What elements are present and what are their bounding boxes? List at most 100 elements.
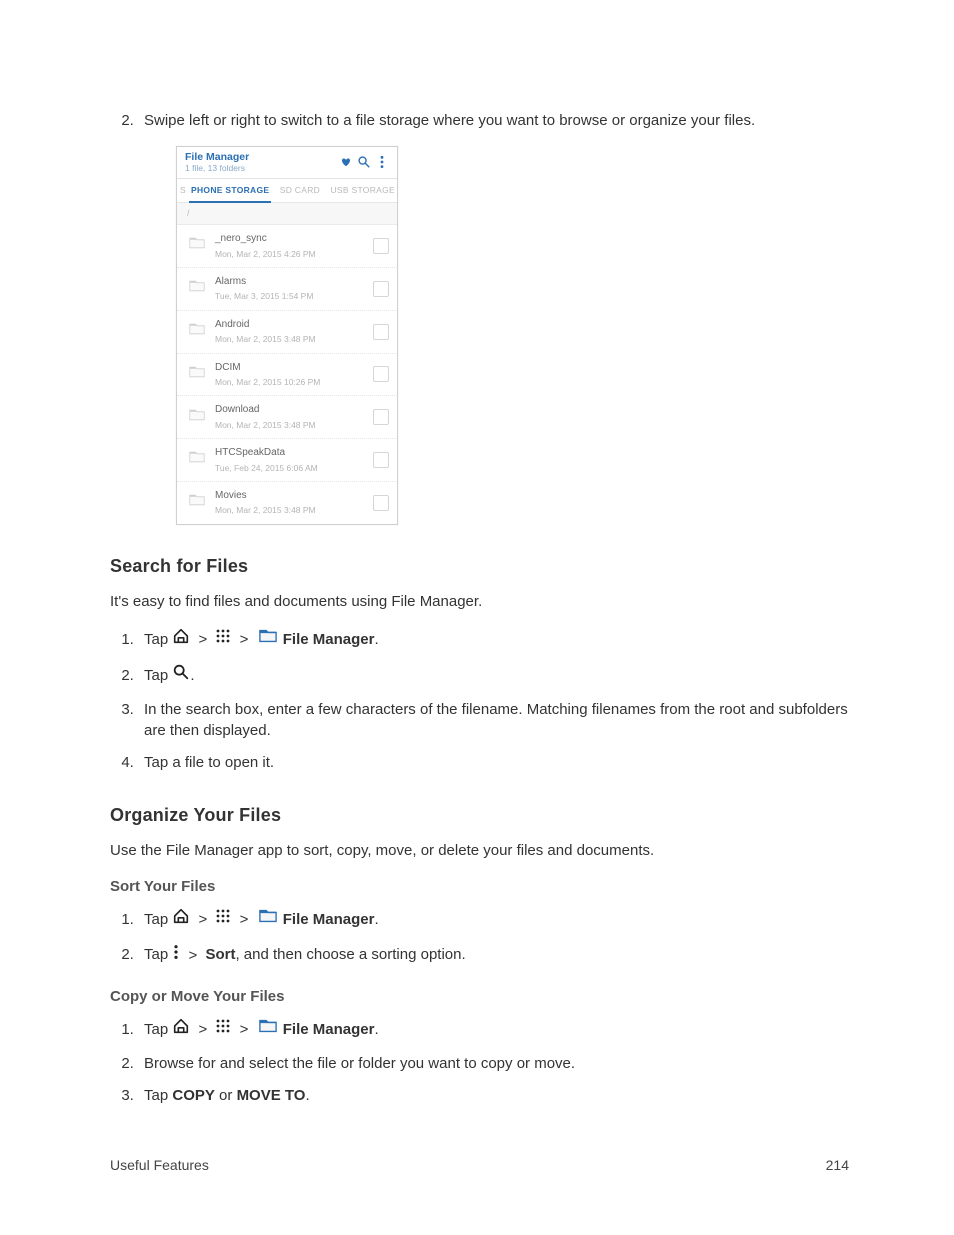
list-item[interactable]: DownloadMon, Mar 2, 2015 3:48 PM — [177, 396, 397, 439]
list-item[interactable]: _nero_syncMon, Mar 2, 2015 4:26 PM — [177, 225, 397, 268]
copy-steps: Tap > > File Manager. Browse for and sel… — [110, 1017, 849, 1107]
list-item-info: DownloadMon, Mar 2, 2015 3:48 PM — [215, 403, 373, 431]
folder-icon — [257, 627, 279, 653]
list-item[interactable]: MoviesMon, Mar 2, 2015 3:48 PM — [177, 482, 397, 524]
folder-icon — [187, 321, 209, 343]
overflow-menu-icon[interactable] — [373, 155, 391, 170]
period: . — [190, 667, 194, 684]
fm-tab-edge-left[interactable]: S — [177, 179, 189, 203]
period: . — [374, 1021, 378, 1038]
folder-icon — [257, 1017, 279, 1043]
checkbox[interactable] — [373, 452, 389, 468]
gt: > — [240, 911, 249, 928]
list-item-info: AlarmsTue, Mar 3, 2015 1:54 PM — [215, 275, 373, 303]
apps-icon — [215, 628, 231, 652]
tap-text: Tap — [144, 1021, 168, 1038]
apps-icon — [215, 1018, 231, 1042]
copy-step-2: Browse for and select the file or folder… — [138, 1053, 849, 1075]
fm-tab-sd-card[interactable]: SD CARD — [271, 179, 328, 203]
move-to-label: MOVE TO — [237, 1087, 306, 1104]
search-intro: It's easy to find files and documents us… — [110, 591, 849, 613]
folder-icon — [187, 407, 209, 429]
list-item-name: Download — [215, 403, 373, 418]
list-item-date: Mon, Mar 2, 2015 10:26 PM — [215, 376, 373, 388]
fm-tabs: S PHONE STORAGE SD CARD USB STORAGE — [177, 179, 397, 203]
intro-step-2-text: Swipe left or right to switch to a file … — [144, 112, 755, 129]
list-item-date: Mon, Mar 2, 2015 3:48 PM — [215, 333, 373, 345]
search-step-1: Tap > > File Manager. — [138, 627, 849, 653]
checkbox[interactable] — [373, 324, 389, 340]
folder-icon — [187, 364, 209, 386]
search-icon[interactable] — [355, 155, 373, 170]
footer-page-number: 214 — [826, 1155, 849, 1175]
checkbox[interactable] — [373, 366, 389, 382]
sort-rest: , and then choose a sorting option. — [235, 947, 465, 964]
search-steps: Tap > > File Manager. Tap . In the searc… — [110, 627, 849, 774]
list-item-date: Mon, Mar 2, 2015 3:48 PM — [215, 504, 373, 516]
heading-copy-or-move: Copy or Move Your Files — [110, 986, 849, 1008]
tap-text: Tap — [144, 947, 168, 964]
folder-icon — [187, 449, 209, 471]
list-item-name: Alarms — [215, 275, 373, 290]
tap-text: Tap — [144, 911, 168, 928]
sort-step-1: Tap > > File Manager. — [138, 907, 849, 933]
folder-icon — [187, 235, 209, 257]
folder-icon — [257, 907, 279, 933]
list-item-date: Mon, Mar 2, 2015 4:26 PM — [215, 248, 373, 260]
apps-icon — [215, 908, 231, 932]
heading-sort-your-files: Sort Your Files — [110, 876, 849, 898]
list-item-name: _nero_sync — [215, 232, 373, 247]
list-item[interactable]: AndroidMon, Mar 2, 2015 3:48 PM — [177, 311, 397, 354]
search-step-4: Tap a file to open it. — [138, 752, 849, 774]
file-manager-label: File Manager — [283, 1021, 375, 1038]
folder-icon — [187, 492, 209, 514]
search-step-3-text: In the search box, enter a few character… — [144, 701, 848, 740]
gt: > — [199, 911, 208, 928]
list-item-name: HTCSpeakData — [215, 446, 373, 461]
checkbox[interactable] — [373, 409, 389, 425]
gt: > — [199, 1021, 208, 1038]
heart-icon[interactable] — [337, 155, 355, 170]
fm-title: File Manager 1 file, 13 folders — [185, 152, 337, 174]
list-item[interactable]: DCIMMon, Mar 2, 2015 10:26 PM — [177, 354, 397, 397]
period: . — [305, 1087, 309, 1104]
fm-tab-usb-storage[interactable]: USB STORAGE — [328, 179, 397, 203]
tap-text: Tap — [144, 667, 168, 684]
list-item-name: Android — [215, 318, 373, 333]
list-item[interactable]: HTCSpeakDataTue, Feb 24, 2015 6:06 AM — [177, 439, 397, 482]
file-manager-screenshot: File Manager 1 file, 13 folders S PHONE … — [176, 146, 398, 525]
copy-label: COPY — [172, 1087, 215, 1104]
footer-left: Useful Features — [110, 1155, 209, 1175]
heading-organize-your-files: Organize Your Files — [110, 802, 849, 828]
file-manager-label: File Manager — [283, 631, 375, 648]
or-text: or — [215, 1087, 237, 1104]
intro-step-2: Swipe left or right to switch to a file … — [138, 110, 849, 525]
list-item-info: MoviesMon, Mar 2, 2015 3:48 PM — [215, 489, 373, 517]
home-icon — [172, 1017, 190, 1043]
checkbox[interactable] — [373, 281, 389, 297]
sort-steps: Tap > > File Manager. Tap > Sort, and th… — [110, 907, 849, 967]
list-item-info: AndroidMon, Mar 2, 2015 3:48 PM — [215, 318, 373, 346]
search-icon — [172, 663, 190, 689]
intro-steps: Swipe left or right to switch to a file … — [110, 110, 849, 525]
list-item-name: DCIM — [215, 361, 373, 376]
search-step-4-text: Tap a file to open it. — [144, 754, 274, 771]
list-item[interactable]: AlarmsTue, Mar 3, 2015 1:54 PM — [177, 268, 397, 311]
checkbox[interactable] — [373, 238, 389, 254]
copy-step-2-text: Browse for and select the file or folder… — [144, 1055, 575, 1072]
list-item-info: HTCSpeakDataTue, Feb 24, 2015 6:06 AM — [215, 446, 373, 474]
search-step-3: In the search box, enter a few character… — [138, 699, 849, 743]
gt: > — [240, 631, 249, 648]
page-footer: Useful Features 214 — [110, 1155, 849, 1175]
home-icon — [172, 907, 190, 933]
fm-tab-phone-storage[interactable]: PHONE STORAGE — [189, 179, 271, 203]
checkbox[interactable] — [373, 495, 389, 511]
overflow-menu-icon — [172, 944, 180, 968]
copy-step-3: Tap COPY or MOVE TO. — [138, 1085, 849, 1107]
sort-step-2: Tap > Sort, and then choose a sorting op… — [138, 943, 849, 967]
list-item-info: DCIMMon, Mar 2, 2015 10:26 PM — [215, 361, 373, 389]
gt: > — [240, 1021, 249, 1038]
fm-path: / — [177, 203, 397, 225]
list-item-info: _nero_syncMon, Mar 2, 2015 4:26 PM — [215, 232, 373, 260]
list-item-date: Tue, Mar 3, 2015 1:54 PM — [215, 290, 373, 302]
